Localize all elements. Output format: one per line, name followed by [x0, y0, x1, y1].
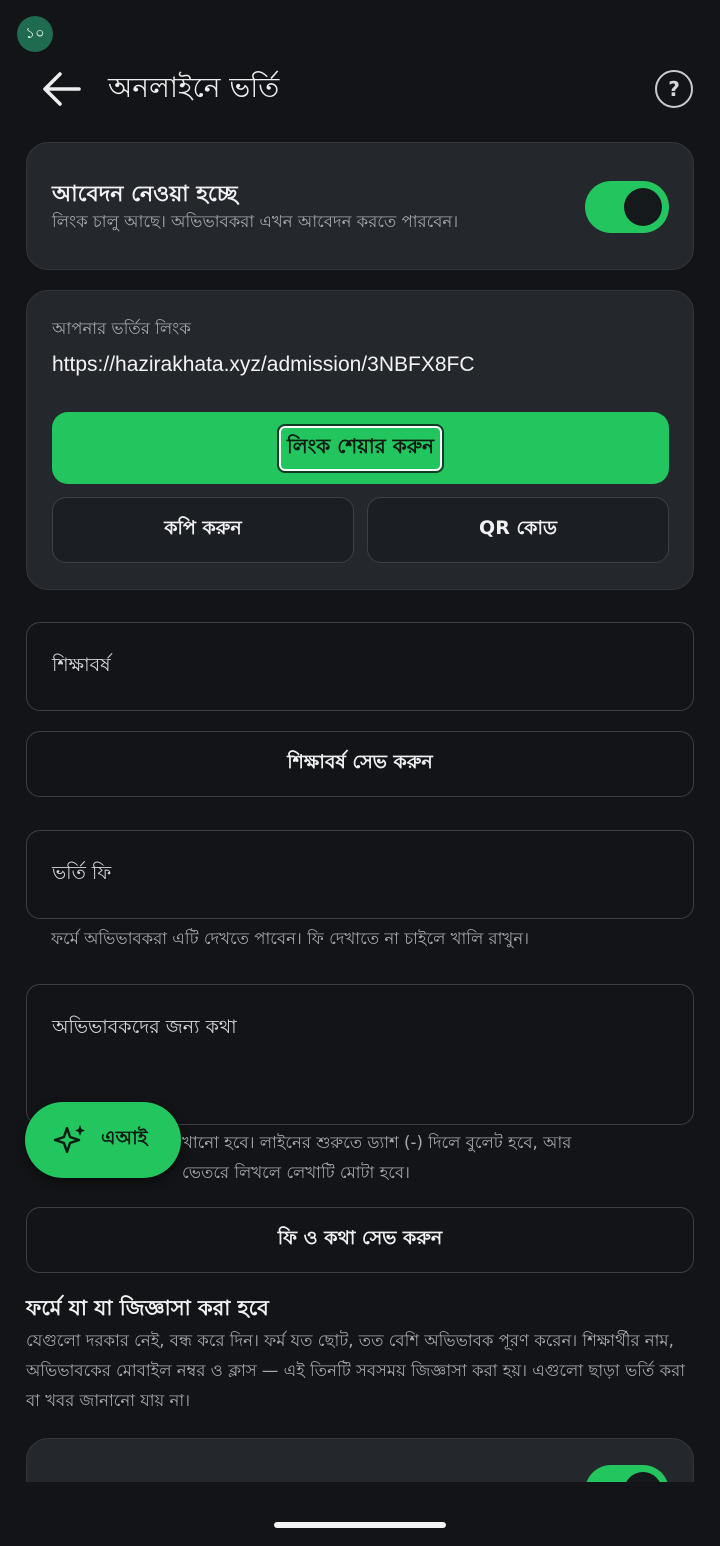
notification-badge: ১০ — [17, 16, 53, 52]
admission-fee-input[interactable]: ভর্তি ফি — [26, 830, 694, 919]
note-placeholder: অভিভাবকদের জন্য কথা — [52, 1016, 237, 1038]
accept-subtitle: লিংক চালু আছে। অভিভাবকরা এখন আবেদন করতে … — [52, 212, 459, 231]
question-mark-icon: ? — [668, 77, 680, 101]
accept-applications-toggle[interactable] — [585, 181, 669, 233]
form-questions-description: যেগুলো দরকার নেই, বন্ধ করে দিন। ফর্ম যত … — [26, 1331, 686, 1410]
save-fee-note-button[interactable]: ফি ও কথা সেভ করুন — [26, 1207, 694, 1273]
note-helper-line2: ভেতরে লিখলে লেখাটি মোটা হবে। — [182, 1163, 410, 1182]
admission-screen: ১০ অনলাইনে ভর্তি ? আবেদন নেওয়া হচ্ছে লি… — [0, 0, 720, 1546]
home-indicator[interactable] — [274, 1522, 446, 1528]
note-helper-line1: খানো হবে। লাইনের শুরুতে ড্যাশ (-) দিলে ব… — [182, 1133, 572, 1152]
link-label: আপনার ভর্তির লিংক — [52, 319, 191, 338]
qr-code-button[interactable]: QR কোড — [367, 497, 669, 563]
admission-link-card: আপনার ভর্তির লিংক https://hazirakhata.xy… — [26, 290, 694, 590]
form-questions-heading: ফর্মে যা যা জিজ্ঞাসা করা হবে — [26, 1296, 269, 1320]
bottom-nav-area — [0, 1482, 720, 1546]
fee-placeholder: ভর্তি ফি — [52, 862, 112, 884]
page-title: অনলাইনে ভর্তি — [108, 71, 280, 104]
admission-link-url: https://hazirakhata.xyz/admission/3NBFX8… — [52, 353, 475, 376]
fee-helper-text: ফর্মে অভিভাবকরা এটি দেখতে পাবেন। ফি দেখা… — [51, 929, 529, 948]
session-input[interactable]: শিক্ষাবর্ষ — [26, 622, 694, 711]
sparkle-icon — [53, 1125, 85, 1154]
ai-assist-button[interactable]: এআই — [25, 1102, 181, 1178]
share-link-label: লিংক শেয়ার করুন — [277, 423, 444, 473]
share-link-button[interactable]: লিংক শেয়ার করুন — [52, 412, 669, 484]
toggle-knob — [624, 188, 662, 226]
ai-label: এআই — [101, 1127, 148, 1149]
help-button[interactable]: ? — [655, 70, 693, 108]
save-session-button[interactable]: শিক্ষাবর্ষ সেভ করুন — [26, 731, 694, 797]
copy-link-button[interactable]: কপি করুন — [52, 497, 354, 563]
session-placeholder: শিক্ষাবর্ষ — [52, 654, 111, 676]
back-button[interactable] — [36, 64, 86, 114]
accept-applications-card: আবেদন নেওয়া হচ্ছে লিংক চালু আছে। অভিভাব… — [26, 142, 694, 270]
arrow-left-icon — [43, 72, 81, 106]
